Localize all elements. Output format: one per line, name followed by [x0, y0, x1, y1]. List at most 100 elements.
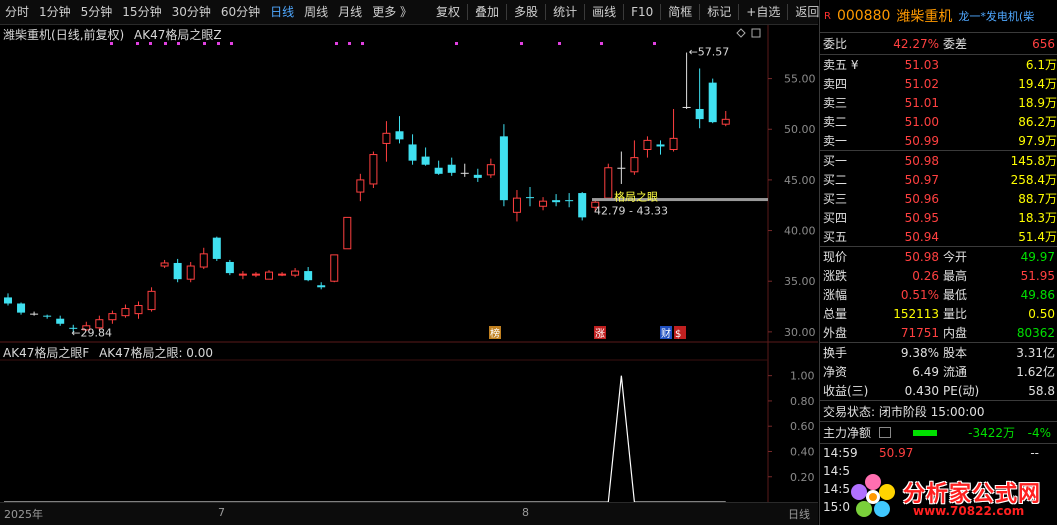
candle-body — [721, 118, 730, 125]
window-icon[interactable] — [751, 28, 761, 38]
ask-price[interactable]: 51.02 — [859, 77, 939, 91]
bid-level-label: 买三 — [823, 192, 848, 206]
sub-indicator-value: AK47格局之眼: 0.00 — [99, 346, 214, 360]
eye-label: 格局之眼 — [614, 190, 658, 204]
candle-body — [682, 106, 691, 108]
stock-title: 潍柴重机 — [3, 28, 52, 42]
concept-tag[interactable]: 龙一*发电机(柴 — [958, 8, 1034, 24]
sub-y-tick-label: 0.20 — [790, 471, 815, 484]
fundamental-value: 3.31亿 — [1016, 346, 1055, 360]
fundamental-row: 换手 9.38% 股本 3.31亿 — [820, 343, 1057, 362]
fundamental-label: 换手 — [823, 346, 848, 360]
chart-canvas[interactable]: 30.00 35.00 40.00 45.00 50.00 55.00 ←57.57 ←29.… — [0, 25, 818, 503]
bid-volume: 88.7万 — [1018, 192, 1057, 206]
candle-body — [630, 157, 639, 173]
fundamental-label: 流通 — [943, 365, 968, 379]
stock-name: 潍柴重机 — [896, 9, 953, 25]
stat-label: 涨跌 — [823, 269, 848, 283]
stat-label: 最低 — [943, 288, 968, 302]
candle-body — [499, 136, 508, 201]
period-tab-1[interactable]: 1分钟 — [34, 0, 76, 24]
fundamental-row: 收益(三) 0.430 PE(动) 58.8 — [820, 381, 1057, 400]
bid-level-label: 买四 — [823, 211, 848, 225]
period-tab-6[interactable]: 日线 — [265, 0, 299, 24]
sub-indicator-row: AK47格局之眼F AK47格局之眼: 0.00 — [3, 344, 213, 361]
candle-body — [304, 271, 313, 281]
period-tab-3[interactable]: 15分钟 — [117, 0, 166, 24]
price-stats: 现价 50.98 今开 49.97 涨跌 0.26 最高 51.95 涨幅 0.51% 最低 49.8… — [820, 247, 1057, 342]
candle-body — [617, 167, 626, 169]
candle-body — [526, 197, 534, 199]
period-tab-9[interactable]: 更多 》 — [367, 0, 417, 24]
toolbar-divider — [623, 4, 625, 20]
candle-body — [512, 197, 521, 213]
indicator-name[interactable]: AK47格局之眼Z — [134, 28, 222, 42]
y-tick-label: 30.00 — [784, 326, 816, 339]
ask-price[interactable]: 51.03 — [859, 58, 939, 72]
toolbar-divider — [506, 4, 508, 20]
period-tab-7[interactable]: 周线 — [299, 0, 333, 24]
fundamental-label: PE(动) — [943, 384, 980, 398]
period-tab-0[interactable]: 分时 — [0, 0, 34, 24]
signal-dot — [348, 42, 351, 45]
candle-body — [108, 313, 117, 321]
tick-volume: -- — [1030, 446, 1039, 460]
candle-body — [486, 164, 495, 176]
period-tabs: 分时 1分钟 5分钟 15分钟 30分钟 60分钟 日线 周线 月线 更多 》 — [0, 0, 417, 24]
tool-button-5[interactable]: F10 — [626, 0, 658, 24]
stat-label: 总量 — [823, 307, 848, 321]
fundamental-value: 1.62亿 — [1016, 365, 1055, 379]
stat-value: 80362 — [1016, 325, 1055, 340]
ask-level-label: 卖四 — [823, 77, 848, 91]
ask-price[interactable]: 51.01 — [859, 96, 939, 110]
stat-value: 71751 — [900, 325, 939, 340]
max-price-label: ←57.57 — [689, 46, 730, 59]
tool-button-0[interactable]: 复权 — [431, 0, 465, 24]
net-flow-label: 主力净额 — [823, 426, 872, 440]
candle-body — [708, 82, 717, 123]
candle-body — [434, 167, 443, 174]
tool-button-1[interactable]: 叠加 — [470, 0, 504, 24]
y-tick-label: 35.00 — [784, 275, 816, 288]
candle-body — [121, 308, 130, 317]
bid-price[interactable]: 50.95 — [859, 211, 939, 225]
bid-row: 买四 50.95 18.3万 — [820, 208, 1057, 227]
period-tab-5[interactable]: 60分钟 — [216, 0, 265, 24]
bid-volume: 18.3万 — [1018, 211, 1057, 225]
candle-body — [278, 273, 287, 276]
y-tick-label: 55.00 — [784, 73, 816, 86]
candle-body — [291, 270, 300, 276]
candle-body — [369, 154, 378, 185]
sub-indicator-name[interactable]: AK47格局之眼F — [3, 346, 89, 360]
bid-volume: 51.4万 — [1018, 230, 1057, 244]
period-tab-8[interactable]: 月线 — [333, 0, 367, 24]
tool-button-3[interactable]: 统计 — [548, 0, 582, 24]
stat-value: 0.26 — [912, 268, 939, 283]
ask-price[interactable]: 50.99 — [859, 134, 939, 148]
tool-button-7[interactable]: 标记 — [702, 0, 736, 24]
tool-button-8[interactable]: +自选 — [741, 0, 785, 24]
bid-price[interactable]: 50.97 — [859, 173, 939, 187]
period-tab-2[interactable]: 5分钟 — [76, 0, 118, 24]
menu-icon[interactable] — [879, 427, 891, 438]
bid-price[interactable]: 50.94 — [859, 230, 939, 244]
bid-price[interactable]: 50.98 — [859, 154, 939, 168]
period-indicator-tab[interactable]: 日线 — [788, 506, 810, 522]
logo-url: www.70822.com — [913, 504, 1025, 518]
bid-price[interactable]: 50.96 — [859, 192, 939, 206]
diamond-icon[interactable] — [736, 28, 746, 38]
candle-body — [160, 262, 169, 267]
tool-button-2[interactable]: 多股 — [509, 0, 543, 24]
tool-button-6[interactable]: 简框 — [663, 0, 697, 24]
tool-button-4[interactable]: 画线 — [587, 0, 621, 24]
stat-value: 51.95 — [1020, 268, 1055, 283]
signal-dot — [653, 42, 656, 45]
period-tab-4[interactable]: 30分钟 — [167, 0, 216, 24]
trade-status: 交易状态: 闭市阶段 15:00:00 — [823, 404, 985, 419]
net-flow-row: 主力净额 -3422万 -4% — [820, 422, 1057, 443]
y-tick-label: 45.00 — [784, 174, 816, 187]
y-tick-label: 40.00 — [784, 225, 816, 238]
ask-price[interactable]: 51.00 — [859, 115, 939, 129]
candle-body — [43, 315, 52, 317]
candle-body — [382, 132, 391, 144]
